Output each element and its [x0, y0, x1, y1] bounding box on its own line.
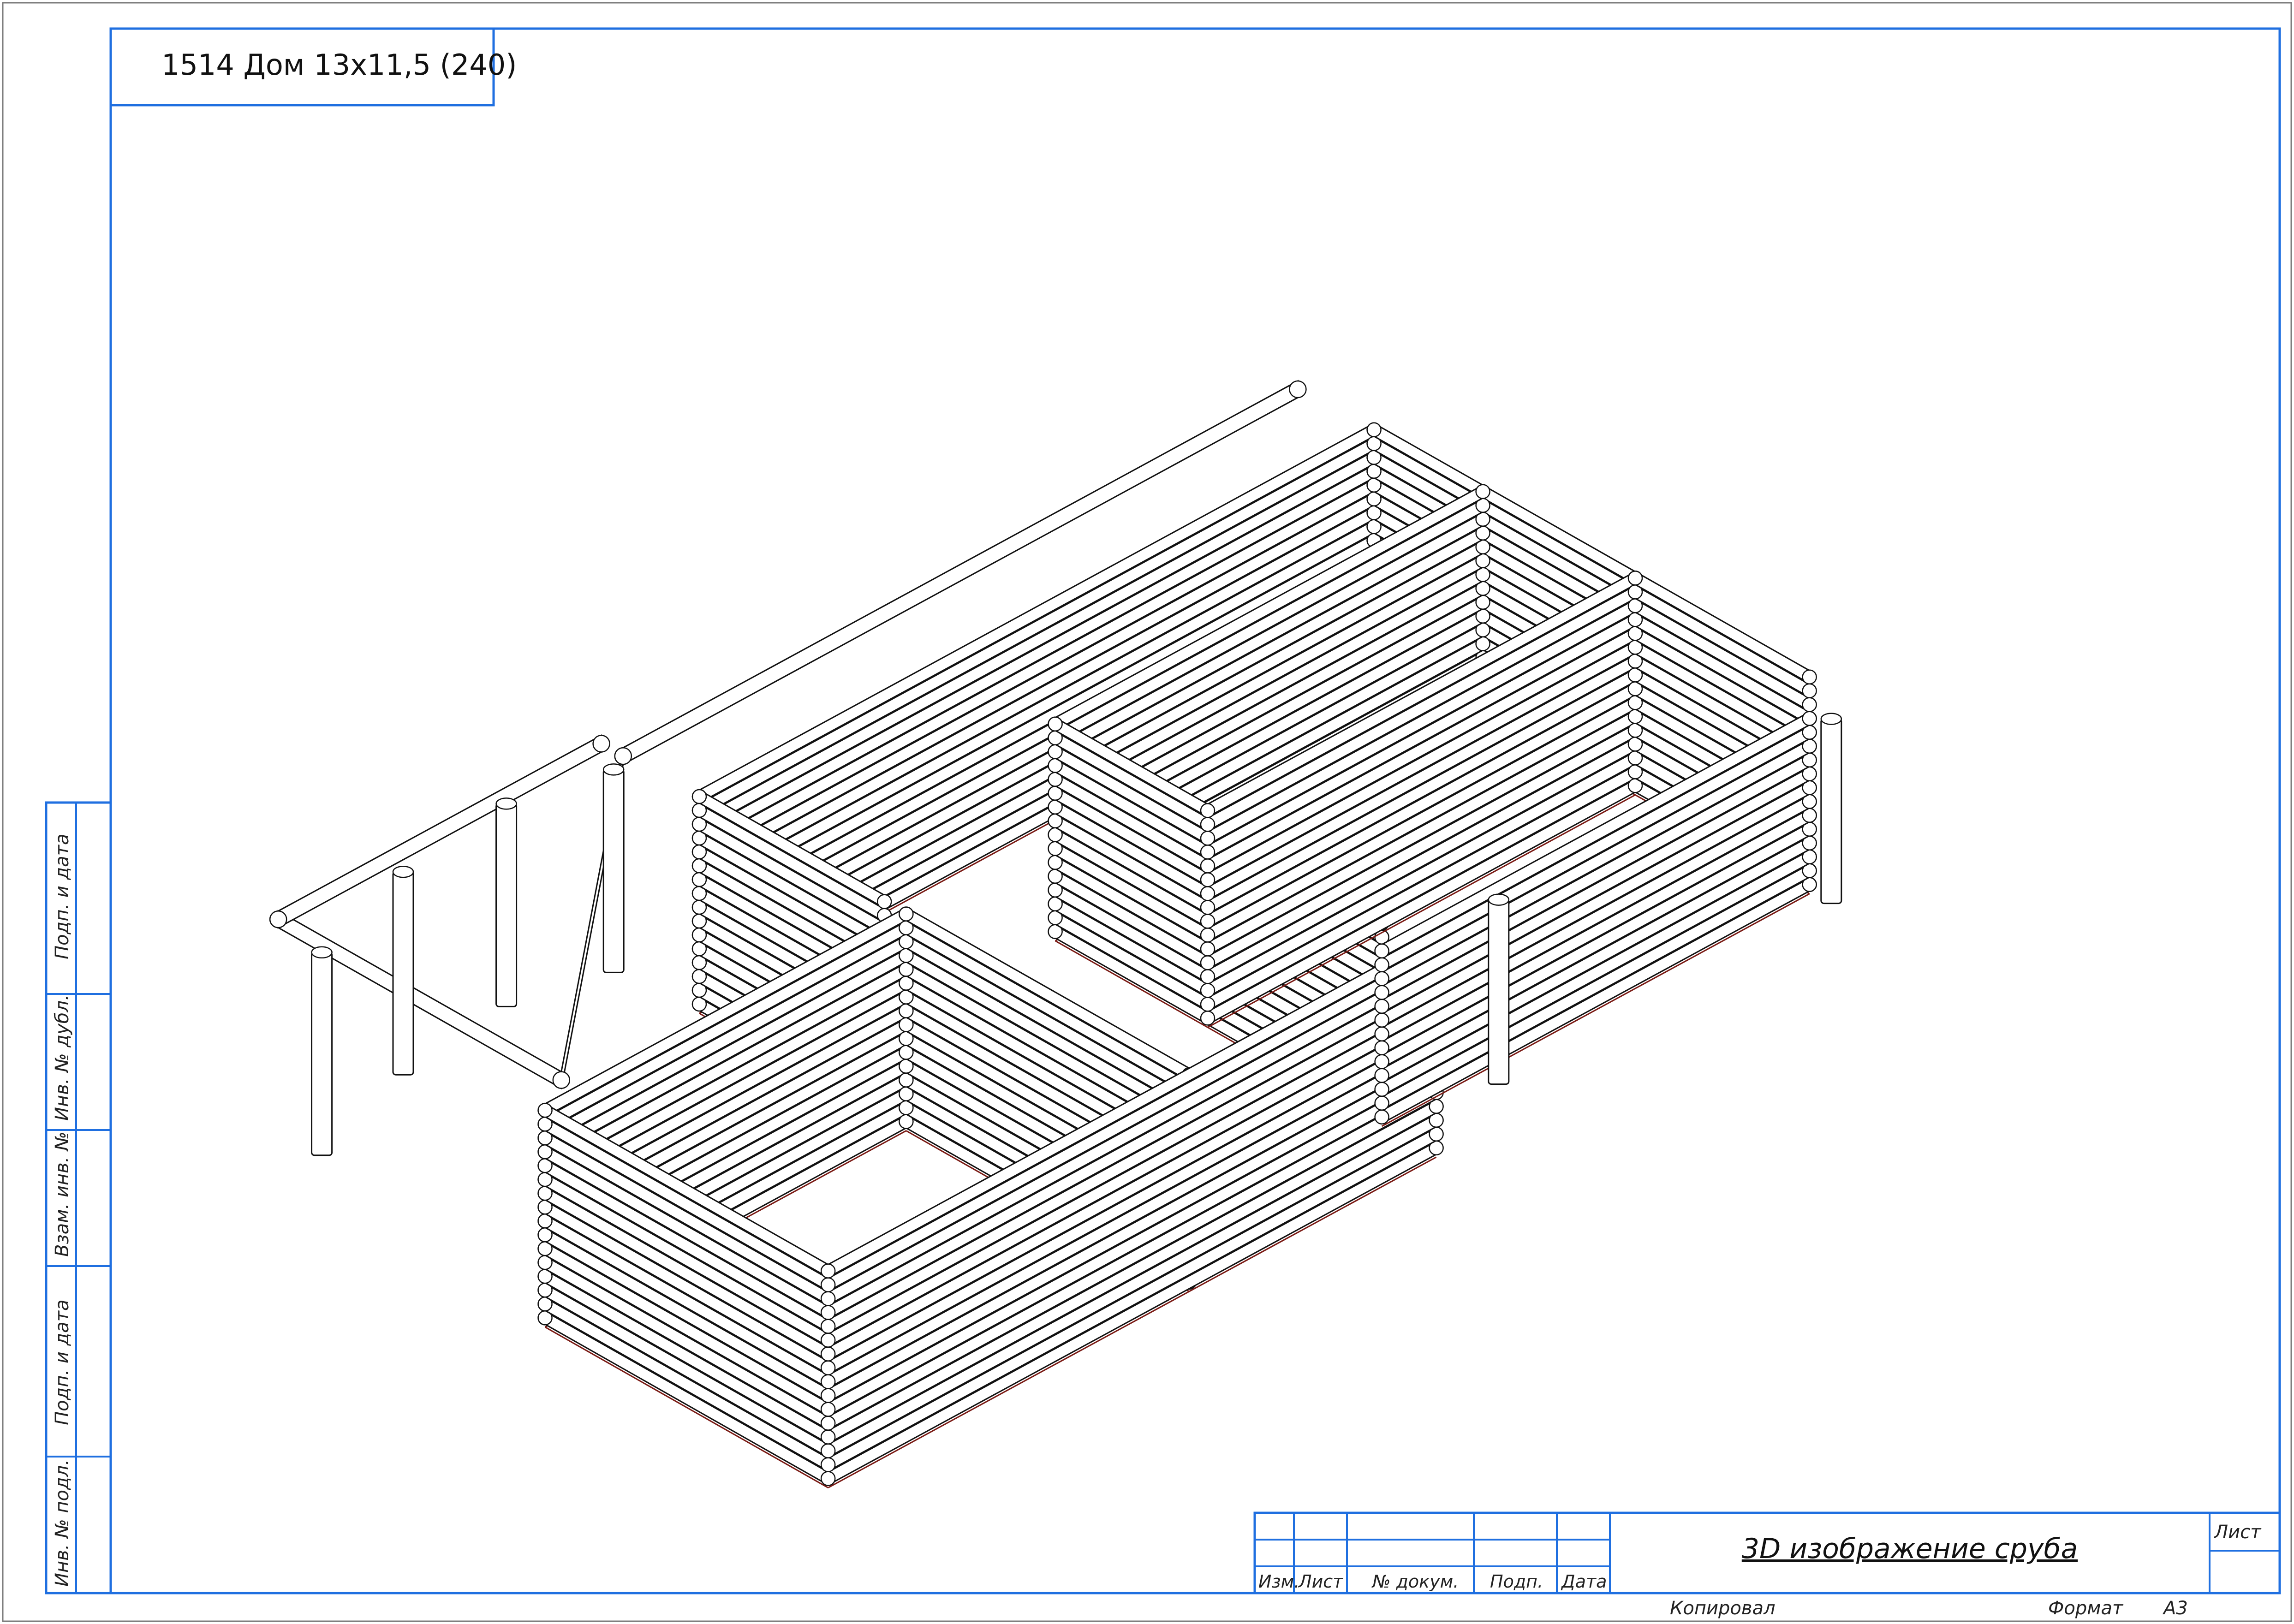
log-end — [1802, 711, 1817, 726]
footer-format-label: Формат — [2048, 1598, 2124, 1619]
log-end — [1200, 858, 1216, 874]
porch-post-2-cap — [1820, 713, 1842, 725]
log-end — [1374, 999, 1389, 1014]
footer-copied: Копировал — [1670, 1598, 1776, 1619]
veranda-beam-4 — [277, 734, 602, 929]
log-end — [1374, 1095, 1389, 1111]
log-end — [1200, 900, 1216, 915]
tb-sheet-label: Лист — [2213, 1522, 2262, 1543]
veranda-beam-3-end — [614, 747, 632, 765]
log-end — [1200, 955, 1216, 970]
porch-post-1 — [1488, 899, 1510, 1085]
log-end — [1366, 422, 1382, 438]
log-end — [1200, 817, 1216, 832]
stamp-cell-4: Подп. и дата — [52, 1300, 73, 1425]
tb-header-sign: Подп. — [1490, 1571, 1543, 1592]
veranda-beam-2-end — [552, 1071, 571, 1089]
log-end — [820, 1402, 836, 1417]
log-end — [899, 906, 914, 922]
log-end — [1200, 803, 1216, 818]
log-end — [1200, 941, 1216, 957]
veranda-beam-3-end — [1289, 380, 1307, 399]
log-end — [691, 789, 707, 804]
veranda-post-2 — [392, 871, 414, 1076]
log-end — [820, 1319, 836, 1334]
log-end — [820, 1388, 836, 1403]
log-end — [537, 1102, 553, 1118]
log-end — [1802, 669, 1817, 685]
log-end — [820, 1305, 836, 1320]
log-end — [1374, 1054, 1389, 1070]
veranda-post-3-cap — [495, 797, 517, 810]
log-end — [820, 1416, 836, 1431]
veranda-post-1-cap — [311, 946, 333, 959]
log-end — [820, 1277, 836, 1292]
tb-header-date: Дата — [1561, 1571, 1607, 1592]
porch-post-1-cap — [1488, 893, 1510, 906]
log-end — [1200, 886, 1216, 901]
stamp-cell-1: Подп. и дата — [52, 834, 73, 959]
stamp-cell-3: Взам. инв. № — [52, 1131, 73, 1257]
log-end — [1200, 969, 1216, 984]
log-end — [820, 1360, 836, 1375]
log-end — [1200, 845, 1216, 860]
log-end — [820, 1291, 836, 1306]
log-end — [820, 1471, 836, 1486]
footer-format-value: А3 — [2162, 1598, 2188, 1619]
log-end — [820, 1346, 836, 1362]
log-end — [1200, 983, 1216, 998]
log-end — [1374, 1012, 1389, 1028]
log-end — [1374, 943, 1389, 959]
log-end — [1374, 1109, 1389, 1125]
log-end — [1802, 697, 1817, 713]
log-end — [1374, 1082, 1389, 1097]
log-end — [1374, 971, 1389, 987]
log-end — [1374, 1040, 1389, 1056]
drawing-sheet: 1514 Дом 13х11,5 (240) Подп. и дата Инв.… — [2, 2, 2292, 1622]
log-end — [1374, 1068, 1389, 1083]
log-end — [876, 894, 892, 910]
veranda-beam-4-end — [269, 910, 287, 928]
code-title: 1514 Дом 13х11,5 (240) — [161, 48, 517, 82]
log-end — [1475, 484, 1490, 500]
log-end — [1200, 928, 1216, 943]
log-end — [1200, 997, 1216, 1012]
veranda-post-3 — [495, 803, 518, 1007]
tb-header-doc: № докум. — [1371, 1571, 1459, 1592]
side-stamp: Подп. и дата Инв. № дубл. Взам. инв. № П… — [45, 801, 112, 1594]
porch-post-2 — [1820, 718, 1842, 904]
log-end — [1200, 914, 1216, 929]
veranda-post-4-cap — [602, 763, 625, 776]
log-end — [820, 1374, 836, 1389]
log-end — [1374, 957, 1389, 973]
veranda-post-2-cap — [392, 865, 414, 878]
veranda-post-4 — [602, 768, 625, 973]
code-title-box: 1514 Дом 13х11,5 (240) — [109, 27, 517, 107]
stamp-cell-5: Инв. № подл. — [52, 1459, 73, 1587]
log-end — [1374, 1026, 1389, 1042]
log-end — [820, 1263, 836, 1279]
veranda-beam-4-end — [592, 735, 610, 753]
log-end — [1200, 831, 1216, 846]
log-end — [1627, 571, 1643, 586]
stamp-cell-2: Инв. № дубл. — [52, 994, 73, 1121]
tb-header-list: Лист — [1298, 1571, 1344, 1592]
log-end — [820, 1457, 836, 1472]
log-end — [820, 1429, 836, 1445]
log-end — [1802, 683, 1817, 699]
tb-header-izm: Изм. — [1258, 1571, 1299, 1592]
log-end — [1048, 716, 1063, 732]
log-end — [820, 1333, 836, 1348]
log-end — [820, 1443, 836, 1458]
sheet-name: 3D изображение сруба — [1742, 1533, 2078, 1565]
log-end — [1374, 985, 1389, 1000]
veranda-post-1 — [311, 952, 333, 1156]
title-block: Изм. Лист № докум. Подп. Дата Лист 3D из… — [1253, 1511, 2281, 1594]
log-end — [1200, 1011, 1216, 1026]
log-end — [1200, 872, 1216, 887]
log-frame-3d-drawing — [269, 380, 1842, 1488]
